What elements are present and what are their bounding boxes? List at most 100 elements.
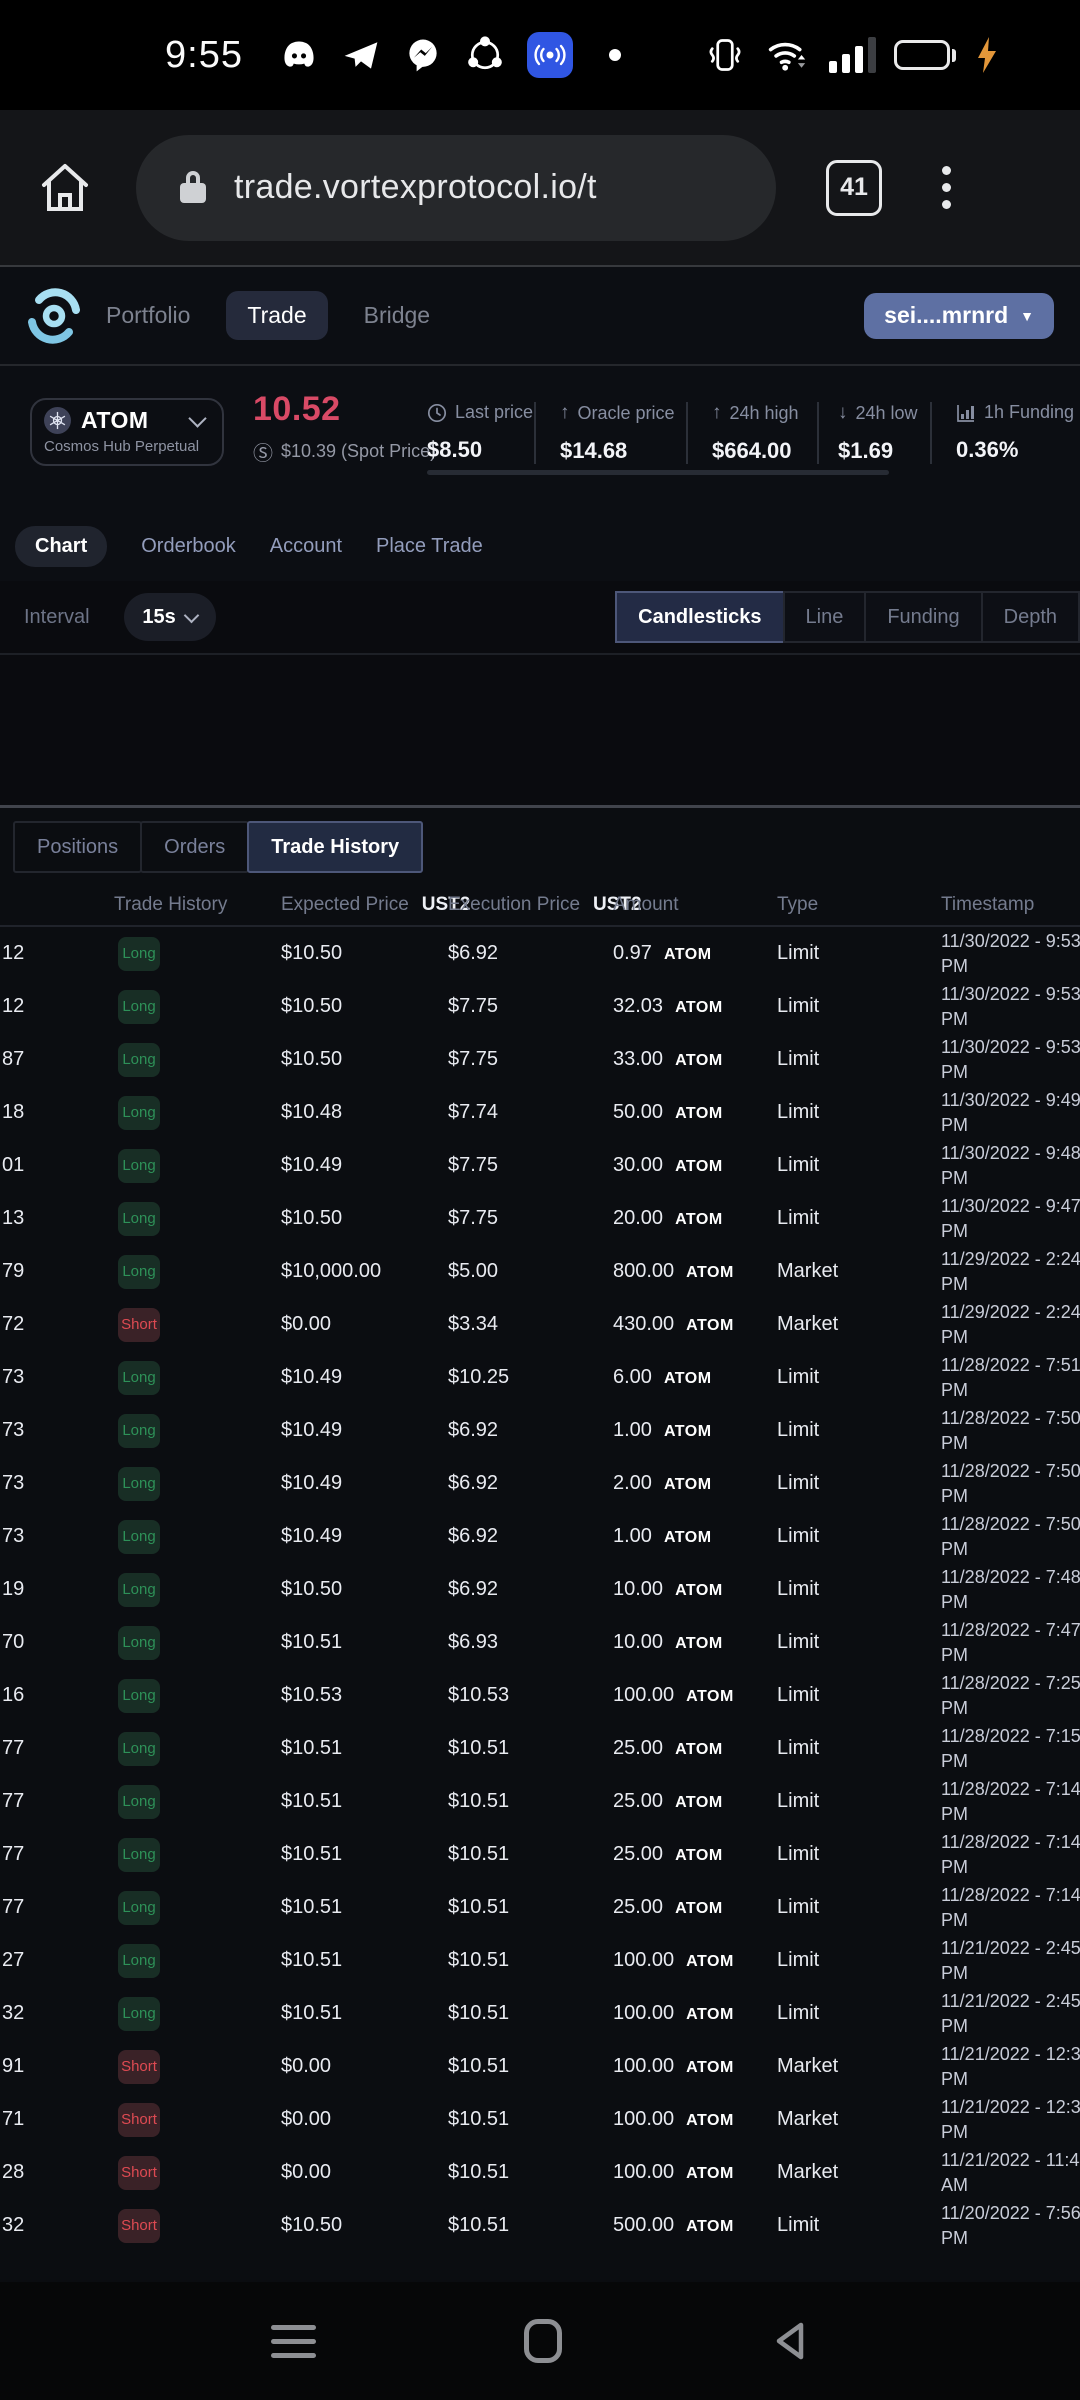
table-row[interactable]: 73 Long $10.49 $6.92 1.00 ATOM Limit 11/2…	[0, 1510, 1080, 1563]
chevron-down-icon: ▼	[1020, 307, 1034, 324]
table-row[interactable]: 77 Long $10.51 $10.51 25.00 ATOM Limit 11…	[0, 1775, 1080, 1828]
table-row[interactable]: 91 Short $0.00 $10.51 100.00 ATOM Market …	[0, 2040, 1080, 2093]
timestamp: 11/28/2022 - 7:50 PM	[941, 1407, 1080, 1453]
amount-value: 100.00	[613, 2161, 675, 2183]
table-row[interactable]: 27 Long $10.51 $10.51 100.00 ATOM Limit 1…	[0, 1934, 1080, 1987]
table-row[interactable]: 72 Short $0.00 $3.34 430.00 ATOM Market 1…	[0, 1298, 1080, 1351]
nav-link-trade[interactable]: Trade	[226, 291, 328, 340]
order-type: Limit	[777, 1843, 820, 1865]
table-row[interactable]: 77 Long $10.51 $10.51 25.00 ATOM Limit 11…	[0, 1828, 1080, 1881]
timestamp: 11/28/2022 - 7:14 PM	[941, 1778, 1080, 1824]
timestamp: 11/30/2022 - 9:53 PM	[941, 1036, 1080, 1082]
browser-menu-icon[interactable]	[942, 166, 951, 209]
stats-scrollbar[interactable]	[427, 470, 889, 475]
order-type: Market	[777, 2161, 839, 2183]
mode-funding-button[interactable]: Funding	[864, 591, 983, 643]
side-badge: Long	[118, 1625, 160, 1660]
table-row[interactable]: 12 Long $10.50 $6.92 0.97 ATOM Limit 11/3…	[0, 927, 1080, 980]
amount-value: 10.00	[613, 1631, 664, 1653]
amount-value: 30.00	[613, 1154, 664, 1176]
amount-unit: ATOM	[686, 2165, 734, 2182]
home-icon[interactable]	[34, 157, 96, 219]
table-row[interactable]: 70 Long $10.51 $6.93 10.00 ATOM Limit 11/…	[0, 1616, 1080, 1669]
table-row[interactable]: 28 Short $0.00 $10.51 100.00 ATOM Market …	[0, 2146, 1080, 2199]
table-row[interactable]: 32 Long $10.51 $10.51 100.00 ATOM Limit 1…	[0, 1987, 1080, 2040]
tab-counter[interactable]: 41	[826, 159, 882, 216]
expected-price: $10.50	[281, 1207, 343, 1229]
tab-account[interactable]: Account	[270, 535, 342, 558]
expected-price: $0.00	[281, 2055, 332, 2077]
android-back-icon[interactable]	[770, 2319, 810, 2363]
trade-id: 01	[2, 1154, 25, 1176]
expected-price: $10.51	[281, 1949, 343, 1971]
amount-value: 100.00	[613, 2055, 675, 2077]
table-row[interactable]: 77 Long $10.51 $10.51 25.00 ATOM Limit 11…	[0, 1881, 1080, 1934]
arrow-up-icon: ↑	[712, 402, 722, 423]
table-row[interactable]: 79 Long $10,000.00 $5.00 800.00 ATOM Mark…	[0, 1245, 1080, 1298]
amount-unit: ATOM	[686, 1264, 734, 1281]
tab-orderbook[interactable]: Orderbook	[141, 535, 236, 558]
nav-link-bridge[interactable]: Bridge	[364, 302, 430, 329]
charging-bolt-icon	[974, 35, 1000, 75]
table-row[interactable]: 18 Long $10.48 $7.74 50.00 ATOM Limit 11/…	[0, 1086, 1080, 1139]
table-row[interactable]: 73 Long $10.49 $6.92 1.00 ATOM Limit 11/2…	[0, 1404, 1080, 1457]
asset-selector[interactable]: ATOM Cosmos Hub Perpetual	[30, 398, 224, 466]
order-type: Market	[777, 2108, 839, 2130]
side-badge: Long	[118, 1572, 160, 1607]
execution-price: $10.51	[448, 1896, 510, 1918]
order-type: Limit	[777, 1101, 820, 1123]
wallet-button[interactable]: sei....mrnrd ▼	[864, 292, 1054, 339]
amount-value: 10.00	[613, 1578, 664, 1600]
market-stats: Last price $8.50 ↑ Oracle price $14.68 ↑ 2…	[427, 402, 1080, 464]
table-row[interactable]: 16 Long $10.53 $10.53 100.00 ATOM Limit 1…	[0, 1669, 1080, 1722]
view-tabs: Chart Orderbook Account Place Trade	[0, 511, 1080, 581]
mode-depth-button[interactable]: Depth	[980, 591, 1080, 643]
android-home-icon[interactable]	[523, 2319, 562, 2363]
tab-chart[interactable]: Chart	[15, 525, 108, 567]
arrow-up-icon: ↑	[560, 402, 570, 423]
url-bar[interactable]: trade.vortexprotocol.io/t	[136, 134, 776, 241]
order-type: Limit	[777, 1578, 820, 1600]
chart-canvas[interactable]	[0, 655, 1080, 805]
table-row[interactable]: 19 Long $10.50 $6.92 10.00 ATOM Limit 11/…	[0, 1563, 1080, 1616]
table-row[interactable]: 01 Long $10.49 $7.75 30.00 ATOM Limit 11/…	[0, 1139, 1080, 1192]
side-badge: Long	[118, 1890, 160, 1925]
execution-price: $10.51	[448, 1790, 510, 1812]
execution-price: $10.51	[448, 2108, 510, 2130]
trade-id: 18	[2, 1101, 25, 1123]
expected-price: $10.49	[281, 1154, 343, 1176]
execution-price: $10.25	[448, 1366, 510, 1388]
execution-price: $3.34	[448, 1313, 499, 1335]
order-type: Limit	[777, 1631, 820, 1653]
tab-orders[interactable]: Orders	[140, 821, 250, 873]
amount-unit: ATOM	[675, 1847, 723, 1864]
side-badge: Short	[118, 2049, 160, 2084]
tab-place-trade[interactable]: Place Trade	[376, 535, 483, 558]
table-row[interactable]: 73 Long $10.49 $10.25 6.00 ATOM Limit 11/…	[0, 1351, 1080, 1404]
execution-price: $10.51	[448, 2055, 510, 2077]
nav-link-portfolio[interactable]: Portfolio	[106, 302, 190, 329]
phone-screen: 9:55 trade.vortexprotocol.io/t 41 Portfo…	[0, 0, 1080, 2400]
expected-price: $10.50	[281, 1578, 343, 1600]
table-row[interactable]: 13 Long $10.50 $7.75 20.00 ATOM Limit 11/…	[0, 1192, 1080, 1245]
mode-line-button[interactable]: Line	[782, 591, 867, 643]
amount-value: 100.00	[613, 1684, 675, 1706]
amount-unit: ATOM	[675, 1158, 723, 1175]
timestamp: 11/30/2022 - 9:53 PM	[941, 983, 1080, 1029]
amount-value: 0.97	[613, 942, 652, 964]
table-row[interactable]: 32 Short $10.50 $10.51 500.00 ATOM Limit …	[0, 2199, 1080, 2252]
order-type: Limit	[777, 1472, 820, 1494]
tab-positions[interactable]: Positions	[13, 821, 143, 873]
table-row[interactable]: 87 Long $10.50 $7.75 33.00 ATOM Limit 11/…	[0, 1033, 1080, 1086]
column-timestamp: Timestamp	[941, 894, 1035, 915]
table-row[interactable]: 71 Short $0.00 $10.51 100.00 ATOM Market …	[0, 2093, 1080, 2146]
mode-candlesticks-button[interactable]: Candlesticks	[615, 591, 785, 643]
interval-select[interactable]: 15s	[123, 593, 216, 641]
timestamp: 11/28/2022 - 7:14 PM	[941, 1884, 1080, 1930]
tab-trade-history[interactable]: Trade History	[247, 821, 424, 873]
table-row[interactable]: 12 Long $10.50 $7.75 32.03 ATOM Limit 11/…	[0, 980, 1080, 1033]
table-row[interactable]: 73 Long $10.49 $6.92 2.00 ATOM Limit 11/2…	[0, 1457, 1080, 1510]
android-recents-icon[interactable]	[270, 2324, 316, 2358]
table-row[interactable]: 77 Long $10.51 $10.51 25.00 ATOM Limit 11…	[0, 1722, 1080, 1775]
trade-id: 32	[2, 2002, 25, 2024]
